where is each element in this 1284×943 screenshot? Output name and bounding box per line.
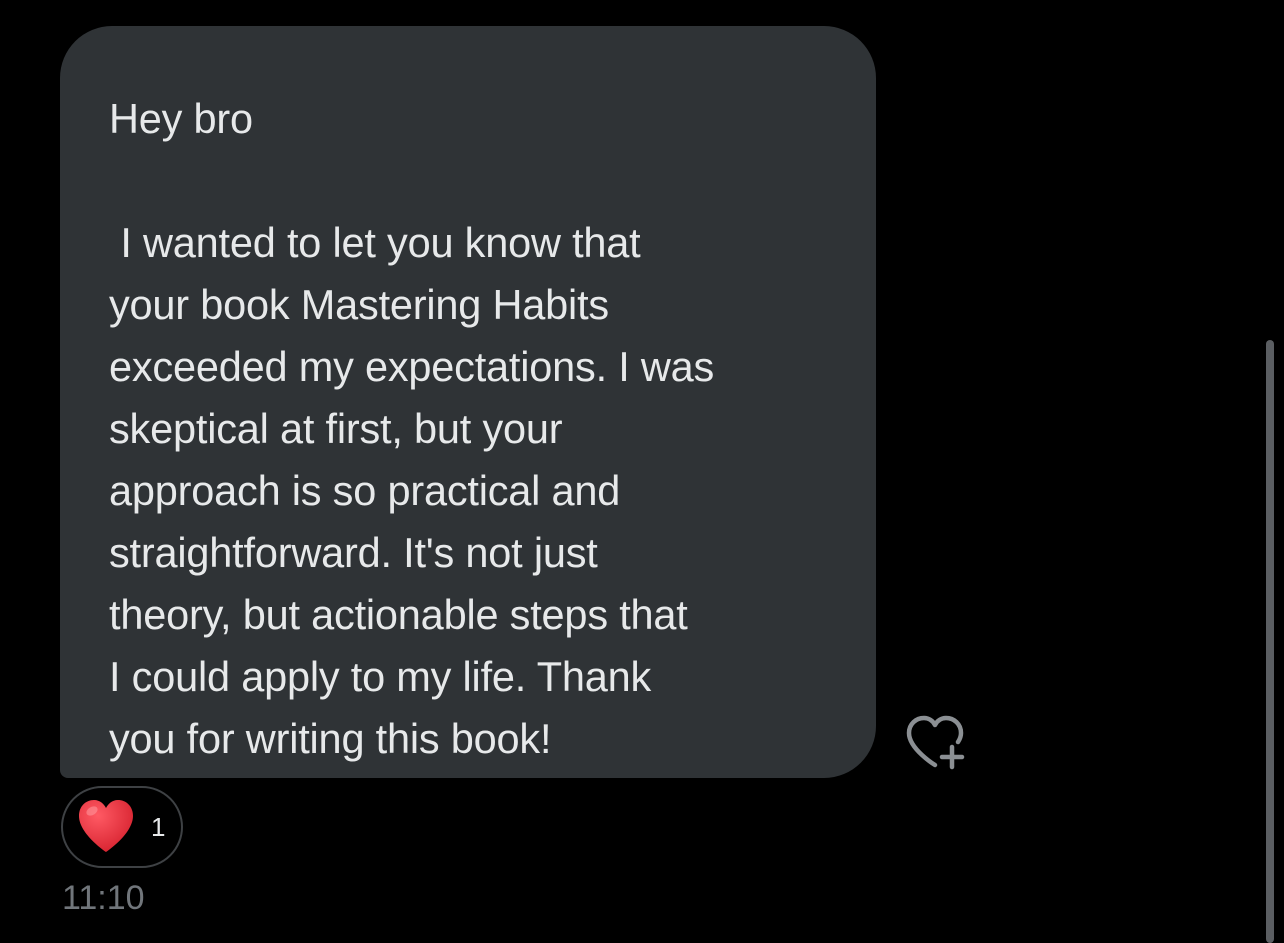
message-line: I wanted to let you know that xyxy=(109,219,641,266)
message-line: theory, but actionable steps that xyxy=(109,591,688,638)
dm-conversation: Hey bro I wanted to let you know that yo… xyxy=(0,0,1284,943)
message-line: you for writing this book! xyxy=(109,715,552,762)
message-bubble[interactable]: Hey bro I wanted to let you know that yo… xyxy=(60,26,876,778)
reaction-count: 1 xyxy=(151,811,166,842)
scrollbar[interactable] xyxy=(1266,340,1274,943)
message-timestamp: 11:10 xyxy=(62,879,145,917)
message-body: I wanted to let you know that your book … xyxy=(109,212,836,770)
message-line: your book Mastering Habits xyxy=(109,281,609,328)
message-line: exceeded my expectations. I was xyxy=(109,343,715,390)
message-line: skeptical at first, but your xyxy=(109,405,563,452)
message-line: approach is so practical and xyxy=(109,467,621,514)
message-line: I could apply to my life. Thank xyxy=(109,653,652,700)
add-reaction-button[interactable] xyxy=(905,713,967,771)
message-line: straightforward. It's not just xyxy=(109,529,598,576)
heart-plus-icon xyxy=(906,715,965,770)
heart-emoji-icon xyxy=(79,800,133,852)
message-greeting: Hey bro xyxy=(109,95,253,142)
reaction-pill[interactable]: 1 xyxy=(61,786,183,868)
